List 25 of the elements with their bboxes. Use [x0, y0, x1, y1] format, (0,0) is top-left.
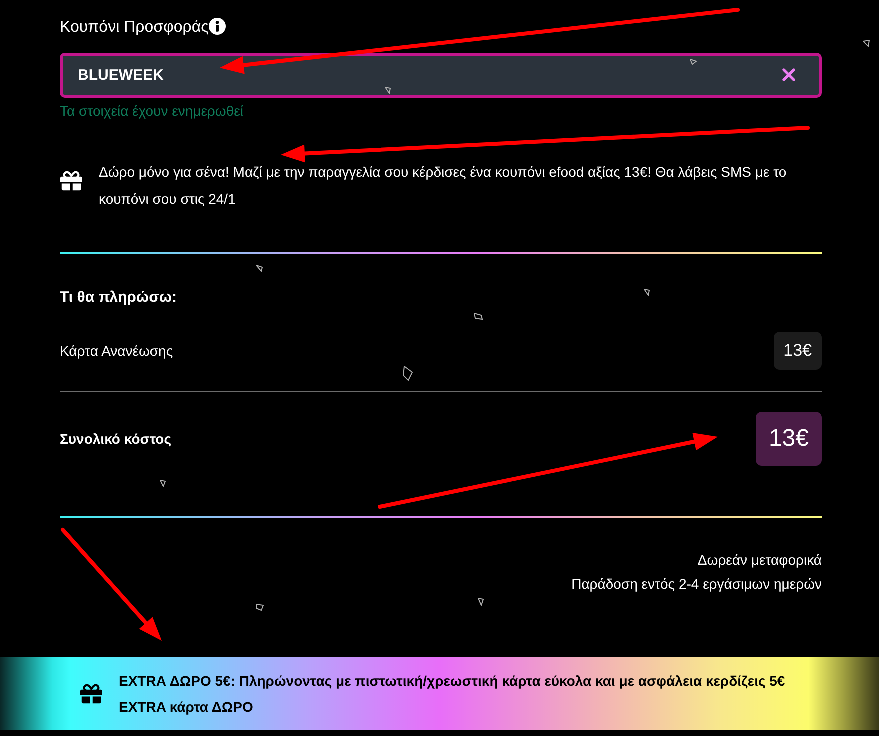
- gift-icon: [80, 682, 103, 704]
- confetti-icon: [863, 40, 870, 47]
- confetti-icon: [478, 598, 484, 606]
- confetti-icon: [256, 604, 264, 611]
- delivery-info: Παράδοση εντός 2-4 εργάσιμων ημερών: [572, 575, 822, 594]
- summary-heading: Τι θα πληρώσω:: [60, 288, 178, 308]
- confetti-icon: [644, 289, 650, 296]
- info-icon[interactable]: [208, 18, 226, 35]
- confetti-icon: [690, 59, 697, 65]
- confetti-icon: [385, 87, 391, 94]
- promo-message: EXTRA ΔΩΡΟ 5€: Πληρώνοντας με πιστωτική/χρεωστική κάρτα εύκολα και με ασφάλεια κερδίζεις 5€ EXTRA κάρτα ΔΩΡΟ: [119, 672, 786, 717]
- coupon-status: Τα στοιχεία έχουν ενημερωθεί: [60, 102, 244, 121]
- total-label: Συνολικό κόστος: [60, 430, 172, 449]
- gift-icon: [60, 170, 83, 192]
- confetti-icon: [474, 313, 483, 320]
- confetti-icon: [160, 480, 166, 487]
- coupon-field[interactable]: BLUEWEEK: [60, 53, 822, 98]
- confetti-icon: [403, 366, 413, 381]
- gift-message: Δώρο μόνο για σένα! Μαζί με την παραγγελία σου κέρδισες ένα κουπόνι efood αξίας 13€! Θα λάβεις SMS με το κουπόνι σου στις 24/1: [99, 163, 788, 209]
- item-price: 13€: [774, 332, 822, 370]
- item-label: Κάρτα Ανανέωσης: [60, 342, 174, 361]
- total-price: 13€: [756, 412, 822, 466]
- confetti-icon: [256, 265, 263, 272]
- delivery-info: Δωρεάν μεταφορικά: [698, 551, 822, 570]
- coupon-label: Κουπόνι Προσφοράς: [60, 18, 209, 38]
